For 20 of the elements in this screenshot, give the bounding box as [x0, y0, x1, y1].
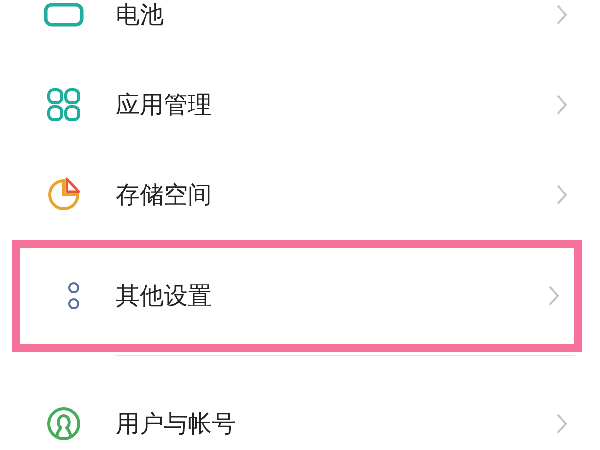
settings-row[interactable]: 存储空间: [0, 150, 600, 240]
chevron-icon: [556, 4, 568, 26]
settings-label: 用户与帐号: [116, 409, 237, 440]
pie-chart-icon: [46, 177, 82, 213]
highlighted-settings-row[interactable]: 其他设置: [12, 240, 582, 352]
settings-row[interactable]: 应用管理: [0, 60, 600, 150]
settings-label: 其他设置: [116, 281, 213, 312]
settings-row[interactable]: 电池: [0, 0, 600, 60]
chevron-icon: [556, 94, 568, 116]
dots-icon: [67, 280, 81, 312]
battery-icon: [44, 3, 84, 27]
chevron-icon: [556, 184, 568, 206]
settings-label: 存储空间: [116, 180, 213, 211]
apps-icon: [47, 88, 81, 122]
settings-label: 应用管理: [116, 90, 213, 121]
chevron-icon: [548, 285, 560, 307]
user-icon: [46, 406, 82, 442]
settings-label: 电池: [116, 0, 165, 31]
chevron-icon: [556, 413, 568, 435]
settings-row[interactable]: 用户与帐号: [0, 379, 600, 450]
